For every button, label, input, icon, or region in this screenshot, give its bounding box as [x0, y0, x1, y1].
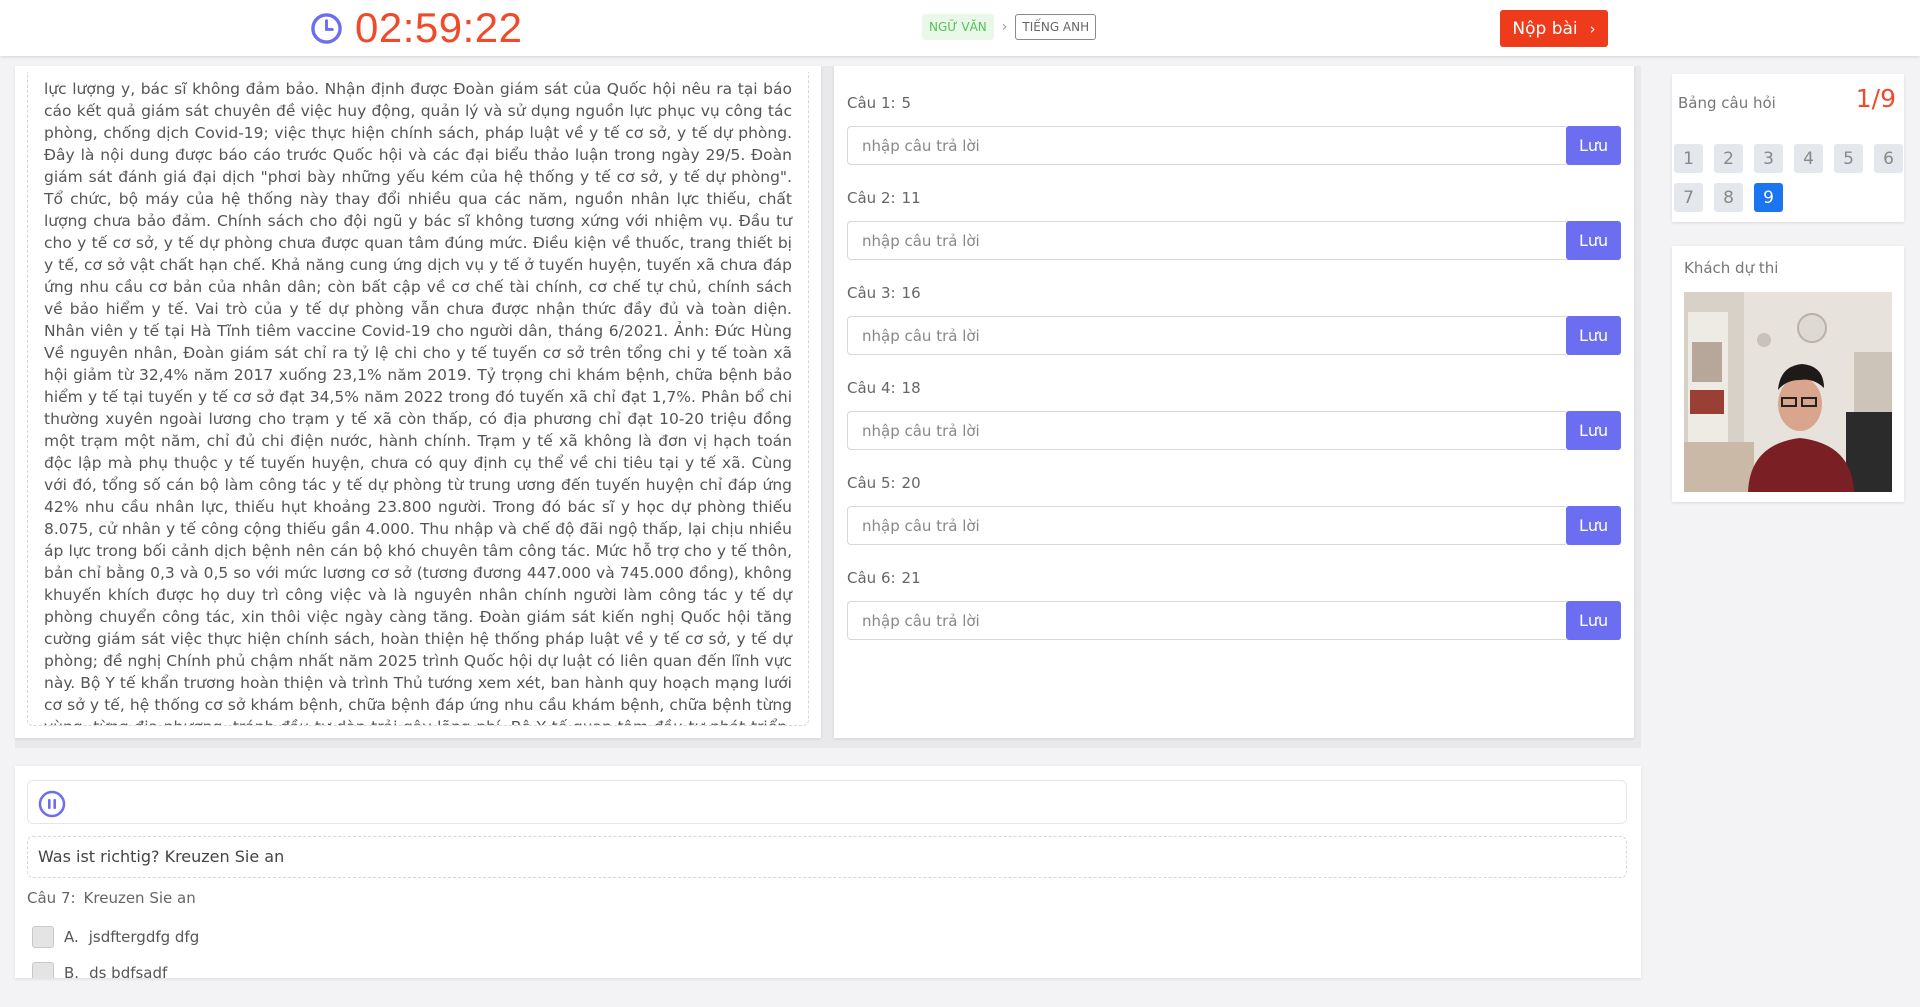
candidate-title: Khách dự thi — [1684, 259, 1779, 277]
question-number: 16 — [901, 284, 921, 302]
save-button[interactable]: Lưu — [1566, 411, 1621, 450]
answer-label: Câu 1: 5 — [847, 92, 1621, 114]
question-label: Câu 1: — [847, 94, 896, 112]
answer-label: Câu 3: 16 — [847, 282, 1621, 304]
question-number: 20 — [901, 474, 921, 492]
answer-input[interactable]: nhập câu trả lời — [847, 411, 1567, 450]
subject-breadcrumb: NGỮ VĂN › TIẾNG ANH — [922, 14, 1097, 40]
question-number-button[interactable]: 5 — [1834, 144, 1863, 173]
question-number-button[interactable]: 3 — [1754, 144, 1783, 173]
answer-input[interactable]: nhập câu trả lời — [847, 601, 1567, 640]
instruction-box: Was ist richtig? Kreuzen Sie an — [27, 836, 1627, 878]
timer-text: 02:59:22 — [355, 4, 523, 51]
question-board-title: Bảng câu hỏi — [1678, 94, 1776, 112]
option-b[interactable]: B. ds bdfsadf — [32, 962, 167, 978]
question-number-button[interactable]: 1 — [1674, 144, 1703, 173]
question-number-button[interactable]: 6 — [1874, 144, 1903, 173]
option-letter: A. — [64, 928, 79, 946]
question-number: 11 — [901, 189, 921, 207]
save-button[interactable]: Lưu — [1566, 506, 1621, 545]
option-text: ds bdfsadf — [89, 964, 168, 978]
question-number-button[interactable]: 7 — [1674, 183, 1703, 212]
question-text: Kreuzen Sie an — [83, 889, 196, 907]
question-label: Câu 2: — [847, 189, 896, 207]
question-label: Câu 7: — [27, 889, 76, 907]
answer-item: Câu 4: 18 nhập câu trả lời Lưu — [847, 377, 1621, 450]
question-label: Câu 6: — [847, 569, 896, 587]
answer-item: Câu 6: 21 nhập câu trả lời Lưu — [847, 567, 1621, 640]
answer-label: Câu 2: 11 — [847, 187, 1621, 209]
reading-panel: lực lượng y, bác sĩ không đảm bảo. Nhận … — [15, 66, 821, 738]
subject-next[interactable]: TIẾNG ANH — [1015, 14, 1097, 40]
reading-box[interactable]: lực lượng y, bác sĩ không đảm bảo. Nhận … — [27, 72, 809, 726]
answer-input[interactable]: nhập câu trả lời — [847, 316, 1567, 355]
answer-item: Câu 5: 20 nhập câu trả lời Lưu — [847, 472, 1621, 545]
answer-input[interactable]: nhập câu trả lời — [847, 126, 1567, 165]
question-count: 1/9 — [1855, 84, 1896, 113]
listening-panel: Was ist richtig? Kreuzen Sie an Câu 7: Kr… — [15, 766, 1641, 978]
question-number: 18 — [901, 379, 921, 397]
answer-label: Câu 5: 20 — [847, 472, 1621, 494]
clock-icon — [311, 12, 342, 44]
candidate-panel: Khách dự thi — [1672, 246, 1904, 502]
question-label: Câu 5: — [847, 474, 896, 492]
answer-label: Câu 4: 18 — [847, 377, 1621, 399]
webcam-image — [1684, 292, 1892, 492]
answer-input[interactable]: nhập câu trả lời — [847, 221, 1567, 260]
submit-button-label: Nộp bài — [1512, 18, 1578, 39]
submit-button[interactable]: Nộp bài › — [1500, 10, 1608, 47]
answer-item: Câu 3: 16 nhập câu trả lời Lưu — [847, 282, 1621, 355]
answer-item: Câu 1: 5 nhập câu trả lời Lưu — [847, 92, 1621, 165]
subject-current[interactable]: NGỮ VĂN — [922, 14, 994, 40]
option-text: jsdftergdfg dfg — [88, 928, 200, 946]
save-button[interactable]: Lưu — [1566, 126, 1621, 165]
reading-passage: lực lượng y, bác sĩ không đảm bảo. Nhận … — [44, 80, 792, 725]
answer-item: Câu 2: 11 nhập câu trả lời Lưu — [847, 187, 1621, 260]
chevron-right-icon: › — [1001, 19, 1008, 35]
save-button[interactable]: Lưu — [1566, 316, 1621, 355]
answers-panel: Câu 1: 5 nhập câu trả lời Lưu Câu 2: 11 nhậ… — [834, 66, 1634, 738]
question-number-button[interactable]: 4 — [1794, 144, 1823, 173]
checkbox[interactable] — [32, 926, 54, 948]
question-number-button-active[interactable]: 9 — [1754, 183, 1783, 212]
countdown-timer: 02:59:22 — [310, 4, 523, 52]
option-letter: B. — [64, 964, 80, 978]
question-label: Câu 3: — [847, 284, 896, 302]
audio-player — [27, 780, 1627, 824]
save-button[interactable]: Lưu — [1566, 221, 1621, 260]
answer-input[interactable]: nhập câu trả lời — [847, 506, 1567, 545]
question-number-button[interactable]: 8 — [1714, 183, 1743, 212]
question-7-label: Câu 7: Kreuzen Sie an — [27, 889, 196, 907]
save-button[interactable]: Lưu — [1566, 601, 1621, 640]
question-number: 5 — [901, 94, 912, 112]
question-number: 21 — [901, 569, 921, 587]
question-label: Câu 4: — [847, 379, 896, 397]
checkbox[interactable] — [32, 962, 54, 978]
chevron-right-icon: › — [1589, 19, 1596, 38]
top-header: 02:59:22 NGỮ VĂN › TIẾNG ANH Nộp bài › — [0, 0, 1920, 56]
question-board: Bảng câu hỏi 1/9 1 2 3 4 5 6 7 8 9 — [1672, 74, 1904, 222]
pause-icon[interactable] — [38, 790, 66, 818]
option-a[interactable]: A. jsdftergdfg dfg — [32, 926, 199, 948]
question-number-button[interactable]: 2 — [1714, 144, 1743, 173]
answer-label: Câu 6: 21 — [847, 567, 1621, 589]
